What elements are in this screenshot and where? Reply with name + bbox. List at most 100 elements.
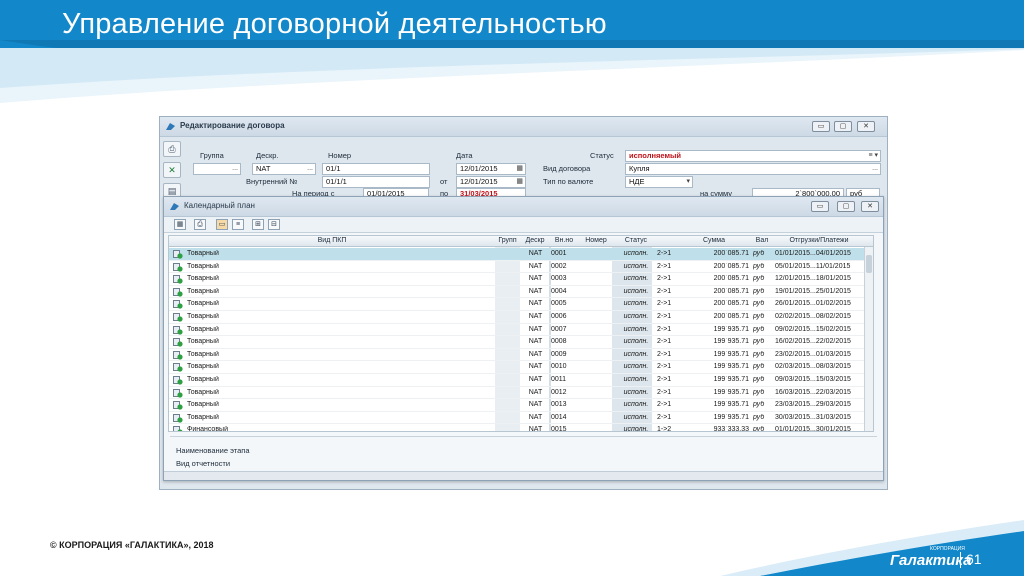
inner-no-cell: 0014 <box>551 413 567 421</box>
direction-cell: 2->1 <box>657 413 672 421</box>
excel-icon[interactable]: ✕ <box>163 162 181 178</box>
vertical-scrollbar[interactable] <box>864 247 873 431</box>
col-shipments[interactable]: Отгрузки/Платежи <box>773 237 865 244</box>
plan-maximize-button[interactable]: ▢ <box>837 201 855 212</box>
shipments-cell: 16/03/2015...22/03/2015 <box>775 388 851 396</box>
maximize-button[interactable]: ▢ <box>834 121 852 132</box>
table-row[interactable]: Товарный NAT 0004 исполн. 2->1 200`085.71 руб 1… <box>169 286 873 299</box>
folder-icon[interactable]: ▭ <box>216 219 228 230</box>
grid-icon[interactable]: ▦ <box>174 219 186 230</box>
report-type-label: Вид отчетности <box>176 459 231 468</box>
date-field[interactable]: 12/01/2015 ▦ <box>456 163 526 175</box>
contract-kind-label: Вид договора <box>543 164 591 173</box>
descr-cell: NAT <box>528 413 543 421</box>
status-cell: исполн. <box>623 287 649 295</box>
shipments-cell: 01/01/2015...30/01/2015 <box>775 426 851 432</box>
plan-window-titlebar[interactable]: Календарный план ▭ ▢ ✕ <box>164 197 883 217</box>
table-row[interactable]: Товарный NAT 0012 исполн. 2->1 199`935.71 руб 1… <box>169 387 873 400</box>
minimize-button[interactable]: ▭ <box>812 121 830 132</box>
expand-icon[interactable]: ⊞ <box>252 219 264 230</box>
col-number[interactable]: Номер <box>579 237 613 244</box>
kind-cell: Товарный <box>187 413 219 421</box>
direction-cell: 2->1 <box>657 363 672 371</box>
inner-no-cell: 0007 <box>551 325 567 333</box>
table-row[interactable]: Товарный NAT 0007 исполн. 2->1 199`935.71 руб 0… <box>169 324 873 337</box>
number-field[interactable]: 01/1 <box>322 163 430 175</box>
group-field[interactable]: ... <box>193 163 241 175</box>
status-cell: исполн. <box>623 401 649 409</box>
currency-cell: руб <box>753 413 765 421</box>
status-cell: исполн. <box>623 250 649 257</box>
table-row[interactable]: Товарный NAT 0005 исполн. 2->1 200`085.71 руб 2… <box>169 298 873 311</box>
plan-minimize-button[interactable]: ▭ <box>811 201 829 212</box>
kind-cell: Товарный <box>187 262 219 270</box>
table-row[interactable]: Товарный NAT 0013 исполн. 2->1 199`935.71 руб 2… <box>169 399 873 412</box>
status-bar <box>164 471 883 480</box>
direction-cell: 2->1 <box>657 287 672 295</box>
table-row[interactable]: Финансовый NAT 0015 исполн. 1->2 933`333.33 ру… <box>169 424 873 432</box>
plan-close-button[interactable]: ✕ <box>861 201 879 212</box>
col-descr[interactable]: Дескр <box>521 237 549 244</box>
scroll-thumb[interactable] <box>866 255 872 273</box>
slide: Управление договорной деятельностью Реда… <box>0 0 1024 576</box>
table-row[interactable]: Товарный NAT 0002 исполн. 2->1 200`085.71 руб 0… <box>169 261 873 274</box>
status-cell: исполн. <box>623 300 649 308</box>
stages-icon[interactable]: ≡ <box>232 219 244 230</box>
shipments-cell: 16/02/2015...22/02/2015 <box>775 338 851 346</box>
plan-item-icon <box>173 426 183 431</box>
inner-no-cell: 0004 <box>551 287 567 295</box>
printer-icon[interactable]: ⎙ <box>163 141 181 157</box>
col-sum[interactable]: Сумма <box>677 237 751 244</box>
internal-no-field[interactable]: 01/1/1 <box>322 176 430 188</box>
plan-window-title: Календарный план <box>184 201 255 210</box>
close-button[interactable]: ✕ <box>857 121 875 132</box>
table-row[interactable]: Товарный NAT 0011 исполн. 2->1 199`935.71 руб 0… <box>169 374 873 387</box>
col-inner-no[interactable]: Вн.но <box>549 237 579 244</box>
col-currency[interactable]: Вал <box>753 237 771 244</box>
plan-item-icon <box>173 275 183 284</box>
shipments-cell: 19/01/2015...25/01/2015 <box>775 287 851 295</box>
direction-cell: 2->1 <box>657 313 672 320</box>
descr-cell: NAT <box>528 250 543 257</box>
kind-cell: Товарный <box>187 388 219 396</box>
currency-cell: руб <box>753 275 765 283</box>
printer-icon[interactable]: ⎙ <box>194 219 206 230</box>
collapse-icon[interactable]: ⊟ <box>268 219 280 230</box>
plan-item-icon <box>173 338 183 347</box>
descr-cell: NAT <box>528 300 543 308</box>
col-kind[interactable]: Вид ПКП <box>169 237 495 244</box>
sum-cell: 200`085.71 <box>713 287 749 295</box>
currency-cell: руб <box>753 426 765 432</box>
table-header: Вид ПКП Групп Дескр Вн.но Номер Статус С… <box>169 236 873 247</box>
contract-kind-field[interactable]: Купля... <box>625 163 881 175</box>
inner-no-cell: 0005 <box>551 300 567 308</box>
table-row[interactable]: Товарный NAT 0008 исполн. 2->1 199`935.71 руб 1… <box>169 336 873 349</box>
descr-cell: NAT <box>528 275 543 283</box>
plan-item-icon <box>173 388 183 398</box>
direction-cell: 2->1 <box>657 401 672 409</box>
col-group[interactable]: Групп <box>495 237 520 244</box>
plan-toolbar: ▦ ⎙ ▭ ≡ ⊞ ⊟ <box>164 217 883 233</box>
contract-window-titlebar[interactable]: Редактирование договора ▭ ▢ ✕ <box>160 117 887 137</box>
number-label: Номер <box>328 151 352 160</box>
table-row[interactable]: Товарный NAT 0009 исполн. 2->1 199`935.71 руб 2… <box>169 349 873 362</box>
descr-field[interactable]: NAT... <box>252 163 316 175</box>
stage-name-label: Наименование этапа <box>176 446 250 455</box>
table-row[interactable]: Товарный NAT 0014 исполн. 2->1 199`935.71 руб 3… <box>169 412 873 425</box>
plan-item-icon <box>173 313 183 322</box>
currency-type-select[interactable]: НДЕ ▾ <box>625 176 693 188</box>
col-status[interactable]: Статус <box>615 237 657 244</box>
currency-type-label: Тип по валюте <box>543 177 594 186</box>
table-row[interactable]: Товарный NAT 0001 исполн. 2->1 200`085.71 руб 0… <box>169 248 873 261</box>
table-row[interactable]: Товарный NAT 0006 исполн. 2->1 200`085.71 руб 0… <box>169 311 873 324</box>
table-row[interactable]: Товарный NAT 0010 исполн. 2->1 199`935.71 руб 0… <box>169 361 873 374</box>
kind-cell: Товарный <box>187 376 219 383</box>
table-row[interactable]: Товарный NAT 0003 исполн. 2->1 200`085.71 руб 1… <box>169 273 873 286</box>
shipments-cell: 09/02/2015...15/02/2015 <box>775 325 851 333</box>
status-cell: исполн. <box>623 313 649 320</box>
sum-cell: 200`085.71 <box>713 275 749 283</box>
from-date-field[interactable]: 12/01/2015 ▦ <box>456 176 526 188</box>
status-field[interactable]: исполняемый ≡ ▾ <box>625 150 881 162</box>
status-cell: исполн. <box>623 363 649 371</box>
sum-cell: 199`935.71 <box>713 363 749 371</box>
